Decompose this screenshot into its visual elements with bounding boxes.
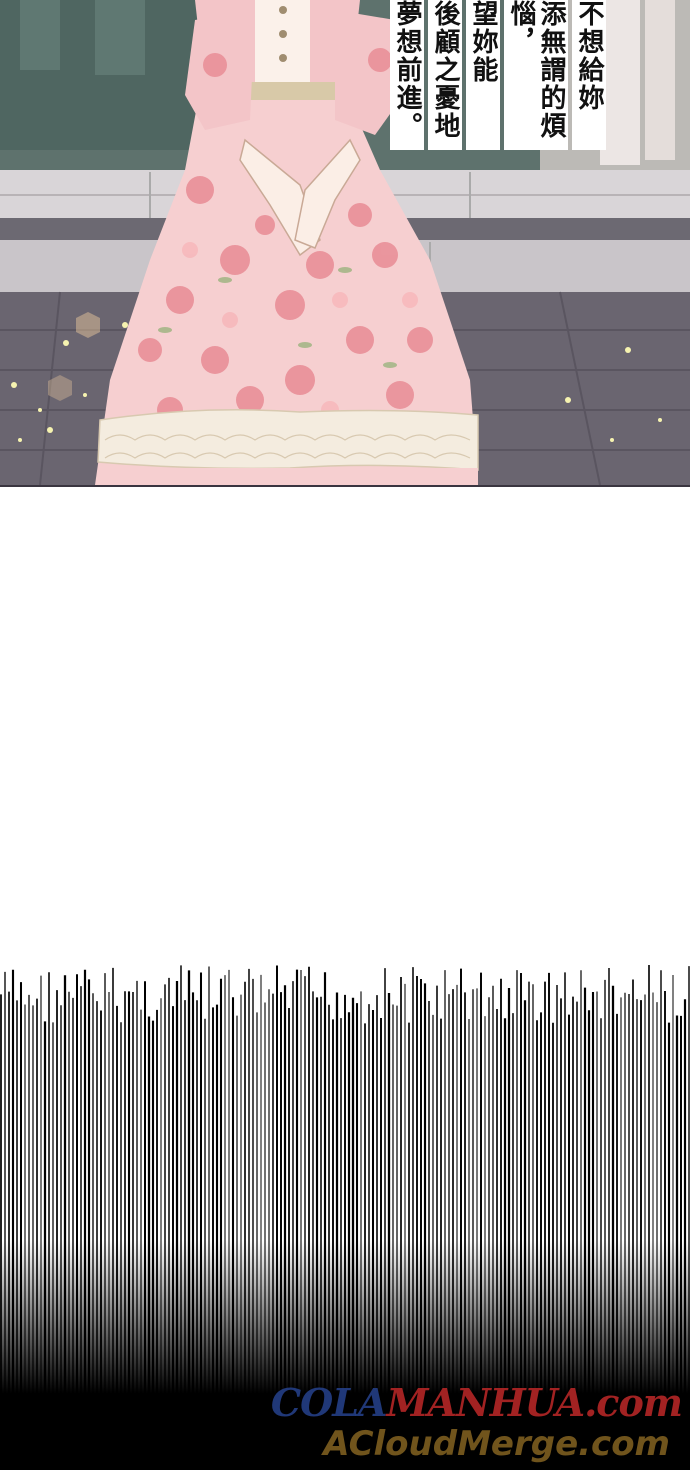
caption-line: 望妳能 <box>466 0 500 150</box>
caption-box: 不想給妳 添無謂的煩惱， 望妳能 後顧之憂地 夢想前進。 <box>390 0 606 150</box>
watermark-line2: ACloudMerge.com <box>323 1424 670 1464</box>
watermark-manhua: MANHUA.com <box>386 1380 683 1425</box>
watermark-cola: COLA <box>270 1380 388 1425</box>
comic-panel: 不想給妳 添無謂的煩惱， 望妳能 後顧之憂地 夢想前進。 <box>0 0 690 487</box>
watermark-line1: COLAMANHUA.com <box>270 1380 683 1425</box>
caption-line: 添無謂的煩惱， <box>504 0 568 150</box>
caption-line: 不想給妳 <box>572 0 606 150</box>
caption-line: 後顧之憂地 <box>428 0 462 150</box>
caption-line: 夢想前進。 <box>390 0 424 150</box>
watermark: COLAMANHUA.com ACloudMerge.com <box>262 1380 683 1465</box>
